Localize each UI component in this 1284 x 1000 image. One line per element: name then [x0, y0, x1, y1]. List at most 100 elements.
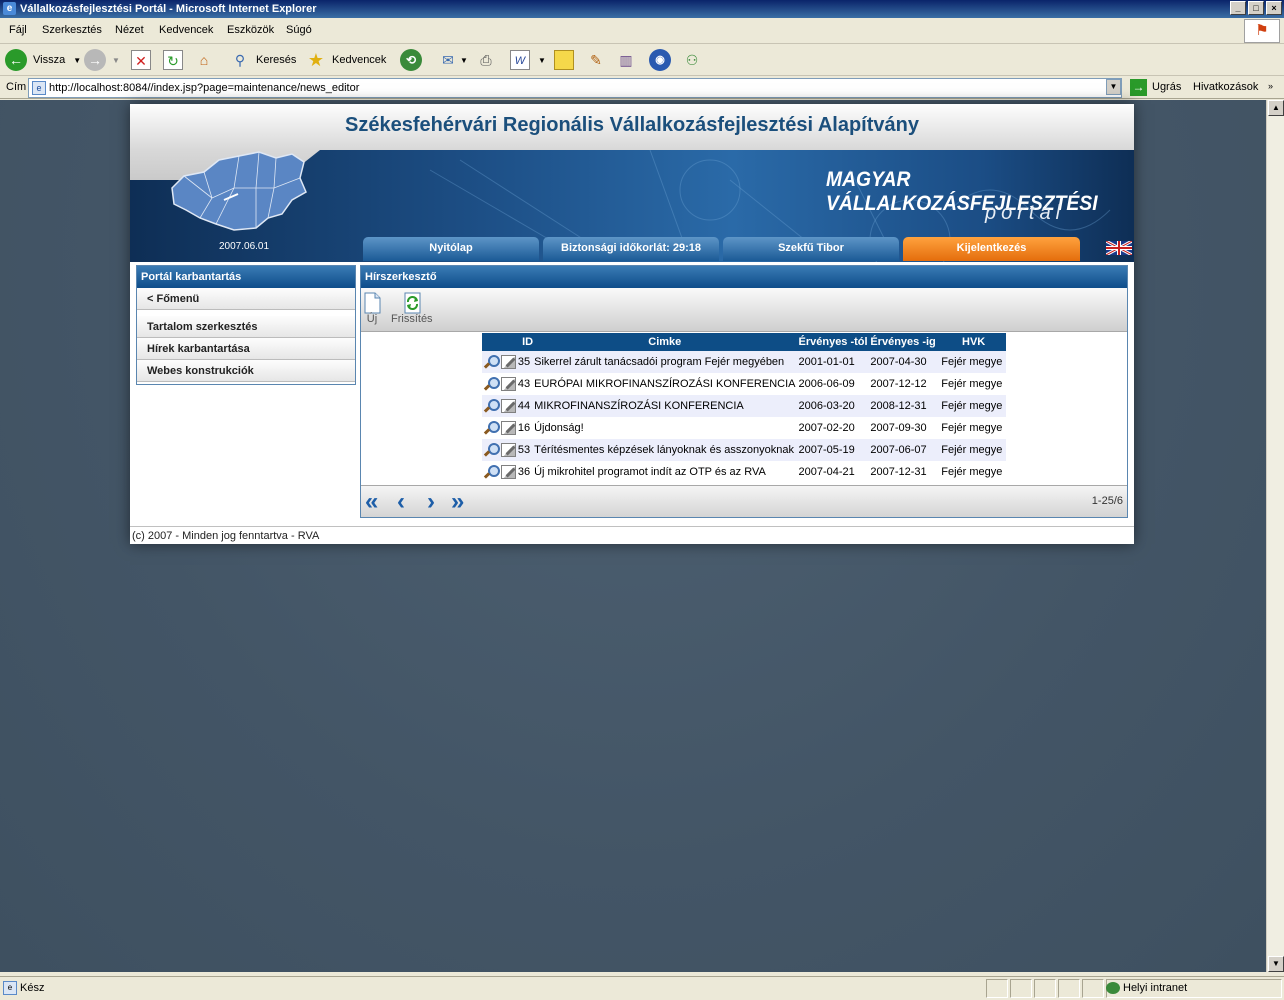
english-flag-icon[interactable] — [1106, 241, 1132, 255]
nav-news-maintenance[interactable]: Hírek karbantartása — [137, 338, 355, 360]
chevron-down-icon: ▼ — [460, 55, 468, 65]
mail-icon: ✉ — [442, 52, 454, 68]
links-button[interactable]: Hivatkozások — [1193, 81, 1258, 93]
close-button[interactable]: × — [1266, 1, 1282, 15]
edit-icon[interactable] — [501, 399, 516, 413]
edit-icon[interactable] — [501, 377, 516, 391]
maximize-button[interactable]: □ — [1248, 1, 1264, 15]
status-bar: e Kész Helyi intranet — [0, 976, 1284, 1000]
messenger-button[interactable]: ◉ — [649, 48, 671, 72]
column-id[interactable]: ID — [517, 333, 535, 351]
address-label: Cím — [6, 81, 27, 93]
search-button[interactable]: ⚲ Keresés — [230, 48, 297, 72]
back-button[interactable]: ← Vissza ▼ — [5, 48, 81, 72]
nav-web-constructions[interactable]: Webes konstrukciók — [137, 360, 355, 382]
print-button[interactable]: ⎙ — [476, 48, 496, 72]
scroll-down-button[interactable]: ▼ — [1268, 956, 1284, 972]
address-dropdown-button[interactable]: ▼ — [1106, 79, 1121, 95]
cell-valid-to: 2007-09-30 — [870, 417, 942, 439]
nav-main-menu[interactable]: < Főmenü — [137, 288, 355, 310]
media-button[interactable]: ▥ — [616, 48, 636, 72]
cell-valid-to: 2007-06-07 — [870, 439, 942, 461]
tab-user[interactable]: Szekfű Tibor — [723, 237, 899, 261]
history-icon: ⟲ — [400, 49, 422, 71]
view-icon[interactable] — [484, 399, 500, 413]
column-hvk[interactable]: HVK — [941, 333, 1006, 351]
hungary-map-icon — [171, 151, 307, 231]
first-page-button[interactable]: « — [365, 490, 379, 514]
cell-hvk: Fejér megye — [941, 351, 1006, 373]
refresh-button[interactable]: ↻ — [163, 48, 183, 72]
minimize-button[interactable]: _ — [1230, 1, 1246, 15]
table-row: 43 EURÓPAI MIKROFINANSZÍROZÁSI KONFERENC… — [482, 373, 1006, 395]
view-icon[interactable] — [484, 377, 500, 391]
home-icon: ⌂ — [199, 52, 209, 68]
address-bar: Cím e http://localhost:8084//index.jsp?p… — [0, 77, 1284, 99]
column-valid-from[interactable]: Érvényes -tól — [795, 333, 871, 351]
edit-icon[interactable] — [501, 355, 516, 369]
favorites-button[interactable]: ★ Kedvencek — [306, 48, 387, 72]
star-icon: ★ — [307, 50, 325, 70]
go-button[interactable]: Ugrás — [1152, 81, 1181, 93]
chevron-down-icon: ▼ — [112, 55, 120, 65]
links-chevron-icon[interactable]: » — [1268, 81, 1273, 91]
status-pane — [1082, 979, 1104, 998]
menu-help[interactable]: Súgó — [286, 24, 312, 36]
mail-button[interactable]: ✉ ▼ — [438, 48, 468, 72]
go-arrow-icon[interactable]: → — [1130, 79, 1147, 96]
status-pane — [1034, 979, 1056, 998]
stop-button[interactable]: ✕ — [131, 48, 151, 72]
back-arrow-icon: ← — [5, 49, 27, 71]
tab-home[interactable]: Nyitólap — [363, 237, 539, 261]
scroll-up-button[interactable]: ▲ — [1268, 100, 1284, 116]
site-header: Székesfehérvári Regionális Vállalkozásfe… — [130, 104, 1134, 262]
table-row: 53 Térítésmentes képzések lányoknak és a… — [482, 439, 1006, 461]
menu-view[interactable]: Nézet — [115, 24, 144, 36]
view-icon[interactable] — [484, 421, 500, 435]
menu-edit[interactable]: Szerkesztés — [42, 24, 102, 36]
search-label: Keresés — [256, 54, 297, 66]
leftnav-title: Portál karbantartás — [137, 266, 355, 288]
research-button[interactable]: ✎ — [586, 48, 606, 72]
column-valid-to[interactable]: Érvényes -ig — [870, 333, 942, 351]
cell-hvk: Fejér megye — [941, 417, 1006, 439]
edit-icon[interactable] — [501, 421, 516, 435]
refresh-icon: ↻ — [163, 50, 183, 70]
next-page-button[interactable]: › — [427, 490, 435, 514]
menu-favorites[interactable]: Kedvencek — [159, 24, 213, 36]
page-icon: e — [32, 81, 46, 95]
edit-icon[interactable] — [501, 443, 516, 457]
cell-id: 36 — [517, 461, 535, 483]
tab-logout[interactable]: Kijelentkezés — [903, 237, 1080, 261]
address-input[interactable]: e http://localhost:8084//index.jsp?page=… — [28, 78, 1122, 98]
contacts-button[interactable]: ⚇ — [682, 48, 702, 72]
edit-word-button[interactable]: W ▼ — [510, 48, 546, 72]
last-page-button[interactable]: » — [451, 490, 465, 514]
cell-id: 44 — [517, 395, 535, 417]
column-actions — [482, 333, 518, 351]
view-icon[interactable] — [484, 465, 500, 479]
history-button[interactable]: ⟲ — [400, 48, 422, 72]
prev-page-button[interactable]: ‹ — [397, 490, 405, 514]
table-row: 35 Sikerrel zárult tanácsadói program Fe… — [482, 351, 1006, 373]
discuss-button[interactable] — [554, 48, 574, 72]
home-button[interactable]: ⌂ — [194, 48, 214, 72]
nav-content-editing[interactable]: Tartalom szerkesztés — [137, 316, 355, 338]
zone-indicator: Helyi intranet — [1106, 982, 1187, 995]
page-count: 1-25/6 — [1091, 495, 1123, 507]
edit-icon[interactable] — [501, 465, 516, 479]
vertical-scrollbar[interactable]: ▲ ▼ — [1266, 100, 1284, 972]
view-icon[interactable] — [484, 355, 500, 369]
menu-file[interactable]: Fájl — [9, 24, 27, 36]
status-pane — [1058, 979, 1080, 998]
menu-tools[interactable]: Eszközök — [227, 24, 274, 36]
new-button[interactable]: Új — [363, 292, 381, 325]
refresh-list-button[interactable]: Frissítés — [391, 292, 433, 325]
column-label[interactable]: Cimke — [534, 333, 796, 351]
cell-label: EURÓPAI MIKROFINANSZÍROZÁSI KONFERENCIA — [534, 373, 796, 395]
new-label: Új — [366, 313, 378, 325]
cell-valid-to: 2007-04-30 — [870, 351, 942, 373]
forward-button[interactable]: → ▼ — [84, 48, 120, 72]
view-icon[interactable] — [484, 443, 500, 457]
cell-valid-to: 2008-12-31 — [870, 395, 942, 417]
